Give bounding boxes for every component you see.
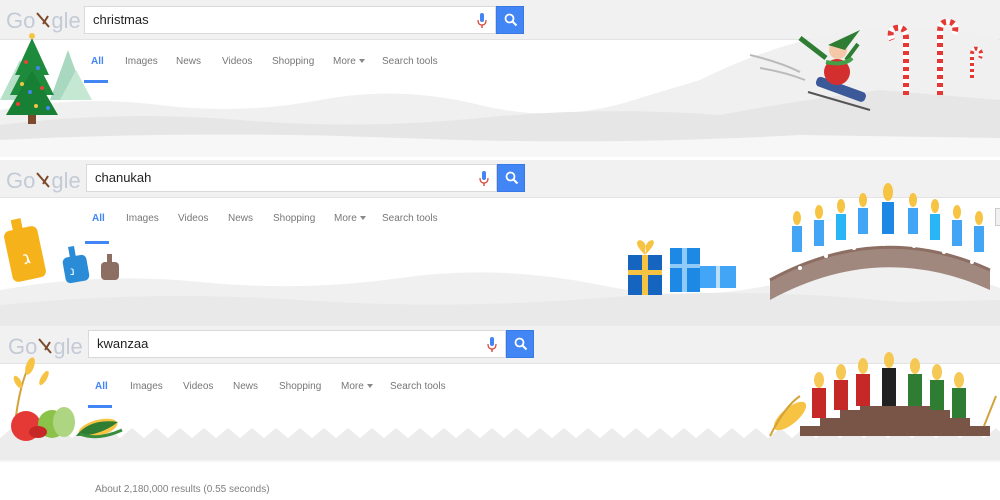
svg-text:נ: נ <box>70 264 75 278</box>
gift-icon <box>628 240 736 295</box>
kwanzaa-doodle-scene <box>0 352 1000 462</box>
result-stats: About 2,180,000 results (0.55 seconds) <box>95 484 270 495</box>
christmas-panel: Go gle christmas All Images News Videos S… <box>0 0 1000 157</box>
kwanzaa-panel: Go gle kwanzaa All Images Videos News Sho… <box>0 326 1000 500</box>
fruit-icon <box>11 357 75 441</box>
kinara-icon <box>769 352 997 437</box>
chanukah-doodle-scene: ג נ <box>0 183 1000 326</box>
chanukah-panel: Go gle chanukah All Images Videos News Sh… <box>0 160 1000 326</box>
dreidel-icon: ג נ <box>4 218 119 284</box>
christmas-doodle-scene <box>0 18 1000 157</box>
